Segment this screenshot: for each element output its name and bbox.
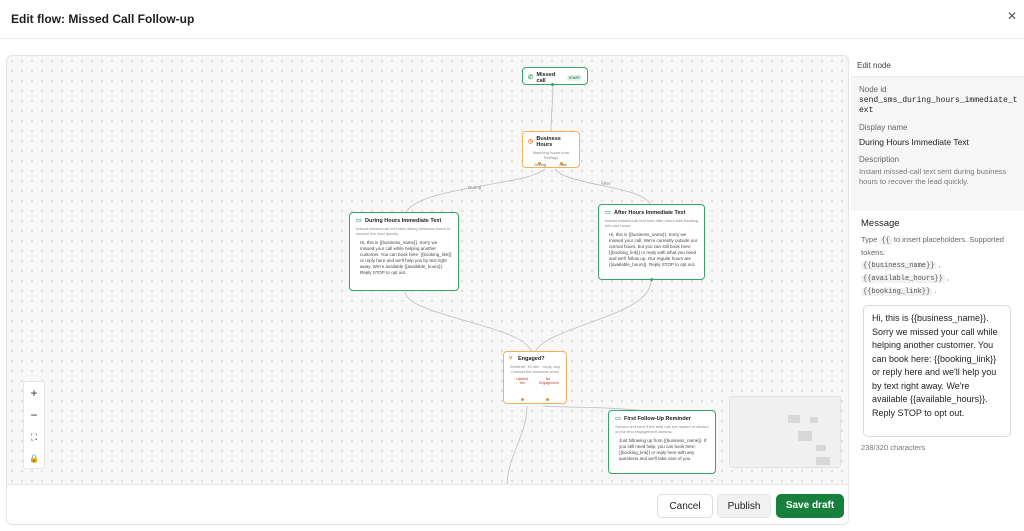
help-prefix: Type bbox=[861, 235, 878, 244]
port[interactable] bbox=[546, 398, 549, 401]
port[interactable] bbox=[551, 83, 554, 86]
edge-business-after bbox=[554, 168, 652, 207]
footer-bar: Cancel Publish Save draft bbox=[7, 484, 848, 524]
zoom-out-button[interactable]: − bbox=[24, 404, 44, 426]
minimap-node bbox=[798, 431, 812, 441]
token-booking-link: {{booking_link}} bbox=[861, 288, 933, 296]
display-name-label: Display name bbox=[859, 123, 908, 132]
node-title: After Hours Immediate Text bbox=[614, 210, 686, 216]
node-title: Business Hours bbox=[536, 136, 561, 148]
node-during-hours-text[interactable]: ▭ During Hours Immediate Text Instant mis… bbox=[349, 212, 459, 291]
node-title: Missed call bbox=[536, 72, 556, 84]
node-subtitle: Second text sent if the lead has not rep… bbox=[615, 424, 709, 434]
node-id-value: send_sms_during_hours_immediate_text bbox=[859, 96, 1018, 115]
message-icon: ▭ bbox=[356, 218, 362, 224]
close-icon[interactable]: ✕ bbox=[1004, 8, 1020, 24]
port[interactable] bbox=[560, 162, 563, 165]
port[interactable] bbox=[650, 278, 653, 281]
node-subtitle: Matching hours from Settings bbox=[532, 150, 570, 160]
node-title: Engaged? bbox=[518, 356, 545, 362]
panel-header: Edit node bbox=[851, 55, 1024, 77]
node-body: Just following up from {{business_name}}… bbox=[619, 438, 707, 461]
message-label: Message bbox=[861, 218, 900, 229]
node-after-hours-text[interactable]: ▭ After Hours Immediate Text Instant miss… bbox=[598, 204, 705, 280]
output-no: No Engagement bbox=[539, 377, 559, 385]
lock-icon[interactable]: 🔒 bbox=[24, 448, 44, 470]
node-subtitle: Whether: 10 min · reply, any Contact the… bbox=[510, 364, 560, 374]
port[interactable] bbox=[538, 162, 541, 165]
edge-during-engaged bbox=[404, 291, 532, 353]
node-body: Hi, this is {{business_name}}. Sorry we … bbox=[609, 232, 698, 267]
modal-title: Edit flow: Missed Call Follow-up bbox=[11, 12, 195, 26]
minimap-node bbox=[816, 457, 830, 465]
node-business-hours[interactable]: ◷ Business Hours Matching hours from Sett… bbox=[522, 131, 580, 168]
edit-node-panel: Edit node Node id send_sms_during_hours_… bbox=[851, 55, 1024, 525]
edge-label-after: After bbox=[601, 181, 611, 186]
description-label: Description bbox=[859, 155, 900, 164]
token-available-hours: {{available_hours}} bbox=[861, 275, 945, 283]
node-title: First Follow-Up Reminder bbox=[624, 416, 691, 422]
node-subtitle: Instant missed-call text sent during bus… bbox=[356, 226, 451, 236]
minimap[interactable] bbox=[729, 396, 841, 468]
node-title: During Hours Immediate Text bbox=[365, 218, 442, 224]
start-badge: START bbox=[566, 75, 582, 81]
node-missed-call[interactable]: ✆ Missed call START bbox=[522, 67, 588, 85]
help-braces: {{ bbox=[879, 237, 892, 245]
zoom-controls: + − ⛶ 🔒 bbox=[23, 381, 45, 469]
branch-icon: ⑂ bbox=[509, 356, 513, 362]
node-subtitle: Instant missed-call text sent after hour… bbox=[605, 218, 698, 228]
node-first-followup[interactable]: ▭ First Follow-Up Reminder Second text se… bbox=[608, 410, 716, 474]
port[interactable] bbox=[521, 398, 524, 401]
message-icon: ▭ bbox=[615, 416, 621, 422]
output-yes: Labeled Yes bbox=[515, 377, 529, 385]
edge-label-during: During bbox=[468, 185, 482, 190]
edit-flow-modal: Edit flow: Missed Call Follow-up ✕ Durin… bbox=[0, 0, 1024, 531]
display-name-value[interactable]: During Hours Immediate Text bbox=[859, 137, 969, 147]
description-value[interactable]: Instant missed-call text sent during bus… bbox=[859, 167, 1019, 187]
message-help: Type {{ to insert placeholders. Supporte… bbox=[861, 235, 1004, 296]
message-icon: ▭ bbox=[605, 210, 611, 216]
character-count: 238/320 characters bbox=[861, 443, 926, 452]
minimap-node bbox=[810, 417, 818, 423]
node-body: Hi, this is {{business_name}}. Sorry we … bbox=[360, 240, 452, 275]
edge-engaged-down bbox=[506, 405, 528, 487]
minimap-node bbox=[788, 415, 800, 423]
zoom-in-button[interactable]: + bbox=[24, 382, 44, 404]
save-draft-button[interactable]: Save draft bbox=[776, 494, 844, 518]
edge-business-during bbox=[404, 168, 546, 215]
message-textarea[interactable]: Hi, this is {{business_name}}. Sorry we … bbox=[863, 305, 1011, 437]
phone-icon: ✆ bbox=[528, 75, 534, 81]
minimap-node bbox=[816, 445, 826, 451]
node-engaged[interactable]: ⑂ Engaged? Whether: 10 min · reply, any C… bbox=[503, 351, 567, 404]
token-business-name: {{business_name}} bbox=[861, 262, 937, 270]
modal-header: Edit flow: Missed Call Follow-up ✕ bbox=[0, 0, 1024, 39]
cancel-button[interactable]: Cancel bbox=[657, 494, 713, 518]
clock-icon: ◷ bbox=[528, 139, 534, 145]
edge-start-business bbox=[550, 84, 554, 133]
node-metadata: Node id send_sms_during_hours_immediate_… bbox=[851, 77, 1024, 211]
node-id-label: Node id bbox=[859, 85, 887, 94]
flow-canvas[interactable]: During After ✆ Missed call START ◷ Business… bbox=[6, 55, 849, 525]
publish-button[interactable]: Publish bbox=[717, 494, 771, 518]
fit-view-icon[interactable]: ⛶ bbox=[24, 426, 44, 448]
edge-after-engaged bbox=[534, 280, 652, 353]
